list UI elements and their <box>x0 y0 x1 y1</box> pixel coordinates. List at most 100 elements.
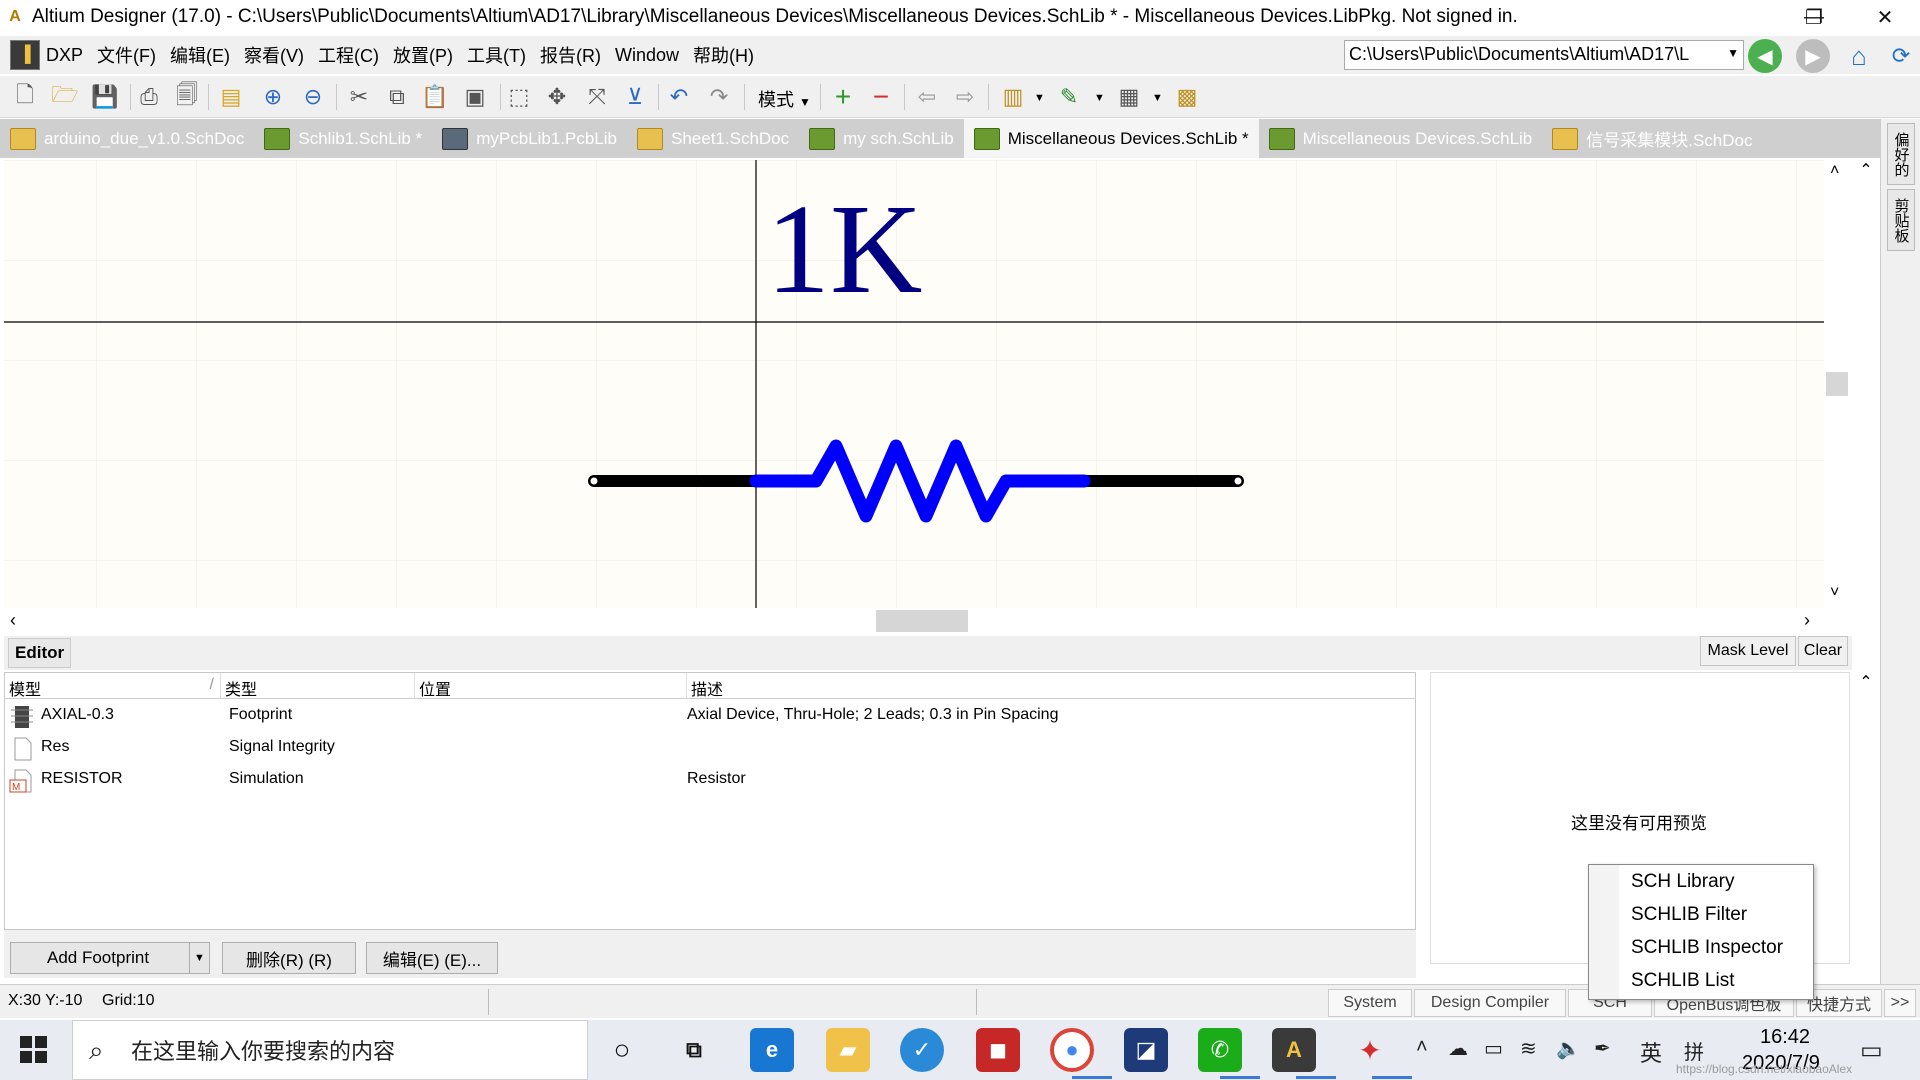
column-header-model[interactable]: 模型 / <box>5 673 221 699</box>
schematic-canvas[interactable]: 1K <box>4 160 1824 608</box>
scroll-up-icon[interactable]: ˄ <box>1830 162 1839 180</box>
wifi-icon[interactable]: ≋ <box>1520 1036 1537 1061</box>
path-combobox[interactable]: C:\Users\Public\Documents\Altium\AD17\L … <box>1344 40 1744 70</box>
tab-misc-devices-modified[interactable]: Miscellaneous Devices.SchLib * <box>963 119 1259 158</box>
menu-file[interactable]: 文件(F) <box>97 42 156 68</box>
menu-item-sch-library[interactable]: SCH Library <box>1589 865 1813 898</box>
ime-language[interactable]: 英 <box>1640 1036 1662 1068</box>
dock-tab-clipboard[interactable]: 剪贴板 <box>1887 189 1915 251</box>
chevron-down-icon[interactable]: ▼ <box>189 943 209 973</box>
table-row[interactable]: Res Signal Integrity <box>5 732 1415 764</box>
menu-place[interactable]: 放置(P) <box>393 42 453 68</box>
tab-mypcblib1[interactable]: myPcbLib1.PcbLib <box>432 119 627 158</box>
menu-item-schlib-list[interactable]: SCHLIB List <box>1589 964 1813 997</box>
wechat-icon[interactable]: ✆ <box>1198 1028 1242 1072</box>
add-component-icon[interactable]: + <box>828 81 858 112</box>
mask-level-button[interactable]: Mask Level <box>1700 636 1796 666</box>
print-preview-icon[interactable]: 🗐 <box>172 82 202 112</box>
open-folder-icon[interactable]: 🗁 <box>50 82 80 112</box>
panel-tab-design-compiler[interactable]: Design Compiler <box>1414 989 1566 1017</box>
menu-help[interactable]: 帮助(H) <box>693 42 754 68</box>
panel-tab-system[interactable]: System <box>1328 989 1412 1017</box>
chrome-icon[interactable]: ● <box>1050 1028 1094 1072</box>
windows-start-icon[interactable] <box>20 1036 48 1064</box>
delete-button[interactable]: 删除(R) (R) <box>222 942 356 974</box>
column-header-type[interactable]: 类型 <box>221 673 415 699</box>
place-component-icon[interactable]: ▥ <box>998 82 1028 112</box>
column-header-location[interactable]: 位置 <box>415 673 687 699</box>
dock-tab-favorites[interactable]: 偏好的 <box>1887 123 1915 185</box>
task-view-icon[interactable]: ⧉ <box>672 1028 716 1072</box>
tab-sheet1[interactable]: Sheet1.SchDoc <box>627 119 799 158</box>
table-row[interactable]: M RESISTOR Simulation Resistor <box>5 764 1415 796</box>
tab-my-sch-schlib[interactable]: my sch.SchLib <box>799 119 964 158</box>
undo-icon[interactable]: ↶ <box>664 82 694 112</box>
paste-icon[interactable]: 📋 <box>420 82 450 112</box>
app-blue-icon[interactable]: ◪ <box>1124 1028 1168 1072</box>
ime-mode[interactable]: 拼 <box>1684 1036 1704 1065</box>
pen-icon[interactable]: ✒ <box>1594 1036 1611 1061</box>
scroll-left-icon[interactable]: ‹ <box>10 610 16 631</box>
scroll-down-icon[interactable]: ˅ <box>1830 584 1839 602</box>
redo-icon[interactable]: ↷ <box>704 82 734 112</box>
scroll-right-icon[interactable]: › <box>1804 610 1810 631</box>
component-value-text[interactable]: 1K <box>766 178 922 320</box>
menu-project[interactable]: 工程(C) <box>318 42 379 68</box>
tab-signal-acquisition[interactable]: 信号采集模块.SchDoc <box>1542 119 1762 158</box>
chevron-down-icon[interactable]: ▼ <box>1094 92 1105 104</box>
scroll-thumb[interactable] <box>876 610 968 632</box>
chevron-down-icon[interactable]: ▼ <box>1727 46 1739 60</box>
taskbar-search-box[interactable]: ⌕ 在这里输入你要搜索的内容 <box>72 1020 588 1080</box>
copy-icon[interactable]: ⧉ <box>382 82 412 112</box>
tab-misc-devices[interactable]: Miscellaneous Devices.SchLib <box>1259 119 1543 158</box>
back-arrow-icon[interactable]: ◀ <box>1748 39 1782 73</box>
menu-item-schlib-inspector[interactable]: SCHLIB Inspector <box>1589 931 1813 964</box>
clear-filter-icon[interactable]: ⊻ <box>620 82 650 112</box>
battery-icon[interactable]: ▭ <box>1484 1036 1503 1061</box>
cortana-icon[interactable]: ○ <box>600 1028 644 1072</box>
zoom-out-icon[interactable]: ⊖ <box>298 82 328 112</box>
edge-browser-icon[interactable]: e <box>750 1028 794 1072</box>
home-icon[interactable]: ⌂ <box>1842 39 1876 73</box>
refresh-icon[interactable]: ⟳ <box>1884 39 1918 73</box>
table-row[interactable]: AXIAL-0.3 Footprint Axial Device, Thru-H… <box>5 700 1415 732</box>
edit-button[interactable]: 编辑(E) (E)... <box>366 942 498 974</box>
tray-expand-icon[interactable]: ˄ <box>1416 1036 1428 1059</box>
select-area-icon[interactable]: ⬚ <box>504 82 534 112</box>
clock-time[interactable]: 16:42 <box>1760 1026 1810 1049</box>
print-icon[interactable]: ⎙ <box>134 82 164 112</box>
move-icon[interactable]: ✥ <box>542 82 572 112</box>
remove-component-icon[interactable]: − <box>866 81 896 112</box>
cut-icon[interactable]: ✂ <box>344 82 374 112</box>
menu-edit[interactable]: 编辑(E) <box>170 42 230 68</box>
zoom-in-icon[interactable]: ⊕ <box>258 82 288 112</box>
file-explorer-icon[interactable]: ▰ <box>826 1028 870 1072</box>
dxp-logo-icon[interactable]: ▐ <box>10 40 40 70</box>
chevron-down-icon[interactable]: ▼ <box>1034 92 1045 104</box>
minimize-button-2[interactable] <box>1712 0 1772 34</box>
onedrive-icon[interactable]: ☁ <box>1448 1036 1468 1061</box>
app-red-icon[interactable]: ◼ <box>976 1028 1020 1072</box>
scroll-thumb[interactable] <box>1826 372 1848 396</box>
rubber-stamp-icon[interactable]: ▣ <box>460 82 490 112</box>
collapse-up-icon[interactable]: ⌃ <box>1852 160 1880 180</box>
menu-dxp[interactable]: DXP <box>46 45 83 66</box>
add-footprint-button[interactable]: Add Footprint ▼ <box>10 942 210 974</box>
more-panels-button[interactable]: >> <box>1884 989 1916 1017</box>
menu-view[interactable]: 察看(V) <box>244 42 304 68</box>
drawing-tools-icon[interactable]: ✎ <box>1054 82 1084 112</box>
cross-probe-icon[interactable]: ⤧ <box>582 82 612 112</box>
collapse-up-icon[interactable]: ⌃ <box>1852 672 1880 692</box>
mode-dropdown[interactable]: 模式 ▼ <box>758 86 811 112</box>
new-file-icon[interactable]: 🗋 <box>10 82 40 112</box>
tab-schlib1[interactable]: Schlib1.SchLib * <box>254 119 432 158</box>
restore-button[interactable]: ❐ <box>1784 0 1844 34</box>
menu-reports[interactable]: 报告(R) <box>540 42 601 68</box>
canvas-vertical-scrollbar[interactable]: ˄ ˅ <box>1824 160 1852 608</box>
open-project-icon[interactable]: ▤ <box>216 82 246 112</box>
canvas-horizontal-scrollbar[interactable]: ‹ › <box>4 608 1824 636</box>
menu-tools[interactable]: 工具(T) <box>467 42 526 68</box>
chevron-down-icon[interactable]: ▼ <box>1152 92 1163 104</box>
previous-component-icon[interactable]: ⇦ <box>912 82 942 112</box>
component-wizard-icon[interactable]: ▩ <box>1172 82 1202 112</box>
